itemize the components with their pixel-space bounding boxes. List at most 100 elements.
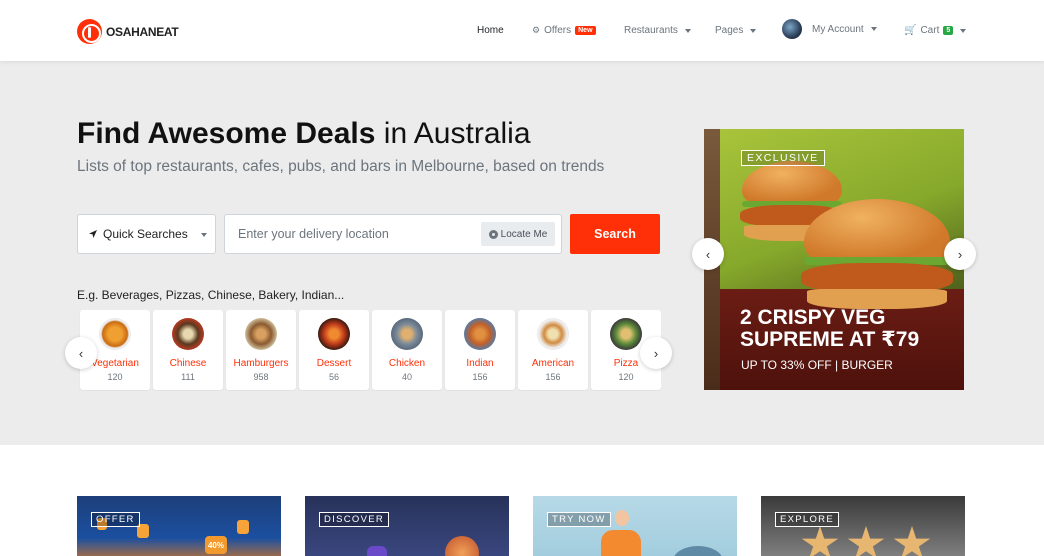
promo-tag: DISCOVER xyxy=(319,512,390,527)
promo-banner[interactable]: EXCLUSIVE 2 CRISPY VEG SUPREME AT ₹79 UP… xyxy=(704,129,964,390)
category-item[interactable]: Chinese 111 xyxy=(153,310,223,390)
star-image xyxy=(893,526,931,556)
category-count: 56 xyxy=(328,372,339,382)
banner-subline: UP TO 33% OFF | BURGER xyxy=(741,358,893,372)
discount-lantern-image: 40% xyxy=(205,536,227,554)
cart-count-badge: 5 xyxy=(943,26,954,35)
logo-icon xyxy=(77,19,102,44)
category-name: Hamburgers xyxy=(233,358,289,369)
location-input-group: Locate Me xyxy=(224,214,562,254)
category-count: 120 xyxy=(107,372,123,382)
nav-restaurants[interactable]: Restaurants xyxy=(624,25,691,36)
navbar: OSAHANEAT Home ⚙ Offers New Restaurants … xyxy=(0,0,1044,61)
promo-card-try-now[interactable]: TRY NOW xyxy=(533,496,737,556)
chevron-down-icon xyxy=(201,233,207,237)
chevron-down-icon xyxy=(960,28,967,33)
chevron-down-icon xyxy=(684,28,691,33)
promo-card-explore[interactable]: EXPLORE xyxy=(761,496,965,556)
category-name: Indian xyxy=(466,358,494,369)
category-prev-button[interactable]: ‹ xyxy=(65,337,97,369)
nav-restaurants-label: Restaurants xyxy=(624,25,678,36)
planet-image xyxy=(445,536,479,556)
nav-pages-label: Pages xyxy=(715,25,744,36)
category-count: 120 xyxy=(618,372,634,382)
category-name: Dessert xyxy=(316,358,352,369)
banner-prev-button[interactable]: ‹ xyxy=(692,238,724,270)
category-item[interactable]: Chicken 40 xyxy=(372,310,442,390)
nav-account[interactable]: My Account xyxy=(782,19,877,39)
category-count: 958 xyxy=(253,372,269,382)
umbrella-image xyxy=(673,546,723,556)
hero-section: Find Awesome Deals in Australia Lists of… xyxy=(0,61,1044,445)
nav-home-label: Home xyxy=(477,25,504,36)
search-examples: E.g. Beverages, Pizzas, Chinese, Bakery,… xyxy=(77,288,345,302)
lantern-image xyxy=(237,520,249,534)
star-image xyxy=(847,526,885,556)
chevron-right-icon: › xyxy=(957,246,963,262)
category-item[interactable]: Indian 156 xyxy=(445,310,515,390)
category-next-button[interactable]: › xyxy=(640,337,672,369)
category-count: 156 xyxy=(545,372,561,382)
avatar xyxy=(782,19,802,39)
nav-home[interactable]: Home xyxy=(477,25,504,36)
search-button[interactable]: Search xyxy=(570,214,660,254)
title-rest: in Australia xyxy=(375,117,531,150)
person-head-image xyxy=(615,510,629,526)
american-image xyxy=(537,318,569,350)
chicken-image xyxy=(391,318,423,350)
pizza-image xyxy=(610,318,642,350)
indian-image xyxy=(464,318,496,350)
locate-me-label: Locate Me xyxy=(500,228,548,240)
vegetarian-image xyxy=(99,318,131,350)
promo-card-discover[interactable]: DISCOVER xyxy=(305,496,509,556)
nav-offers[interactable]: ⚙ Offers New xyxy=(532,25,596,36)
hamburgers-image xyxy=(245,318,277,350)
banner-headline-line-1: 2 CRISPY VEG xyxy=(740,306,886,329)
nav-pages[interactable]: Pages xyxy=(715,25,757,36)
delivery-location-input[interactable] xyxy=(225,215,465,253)
category-carousel: Vegetarian 120 Chinese 111 Hamburgers 95… xyxy=(77,310,661,391)
quick-searches-label: Quick Searches xyxy=(103,227,188,241)
category-item[interactable]: Dessert 56 xyxy=(299,310,369,390)
chinese-image xyxy=(172,318,204,350)
banner-headline: 2 CRISPY VEG SUPREME AT ₹79 xyxy=(740,307,919,351)
new-badge: New xyxy=(575,26,596,35)
cart-icon: 🛒 xyxy=(904,25,917,36)
nav-cart[interactable]: 🛒 Cart 5 xyxy=(904,25,967,36)
category-name: Chicken xyxy=(388,358,426,369)
category-name: Chinese xyxy=(169,358,207,369)
chevron-down-icon xyxy=(870,27,877,31)
hero-subtitle: Lists of top restaurants, cafes, pubs, a… xyxy=(77,158,605,175)
nav-account-label: My Account xyxy=(812,23,864,35)
exclusive-tag: EXCLUSIVE xyxy=(741,150,825,166)
chevron-right-icon: › xyxy=(653,345,659,361)
location-arrow-icon xyxy=(89,230,97,238)
title-bold: Find Awesome Deals xyxy=(77,117,376,150)
nav-offers-label: Offers xyxy=(544,25,572,36)
promo-tag: EXPLORE xyxy=(775,512,839,527)
category-count: 40 xyxy=(401,372,412,382)
category-count: 156 xyxy=(472,372,488,382)
crosshair-icon xyxy=(488,229,498,239)
locate-me-button[interactable]: Locate Me xyxy=(481,222,555,246)
promo-tag: TRY NOW xyxy=(547,512,611,527)
promo-card-offer[interactable]: 40% OFFER xyxy=(77,496,281,556)
page-title: Find Awesome Deals in Australia xyxy=(77,117,531,151)
brand-logo[interactable]: OSAHANEAT xyxy=(77,19,179,44)
person-image xyxy=(367,546,387,556)
chevron-left-icon: ‹ xyxy=(78,345,84,361)
chevron-left-icon: ‹ xyxy=(705,246,711,262)
banner-next-button[interactable]: › xyxy=(944,238,976,270)
chevron-down-icon xyxy=(750,28,757,33)
quick-searches-dropdown[interactable]: Quick Searches xyxy=(77,214,216,254)
star-image xyxy=(801,526,839,556)
category-item[interactable]: Hamburgers 958 xyxy=(226,310,296,390)
promo-tag: OFFER xyxy=(91,512,140,527)
dessert-image xyxy=(318,318,350,350)
offer-icon: ⚙ xyxy=(532,25,541,35)
category-item[interactable]: American 156 xyxy=(518,310,588,390)
banner-headline-line-2: SUPREME AT ₹79 xyxy=(740,328,920,351)
person-image xyxy=(601,530,641,556)
category-name: American xyxy=(531,358,575,369)
nav-cart-label: Cart xyxy=(920,25,940,36)
